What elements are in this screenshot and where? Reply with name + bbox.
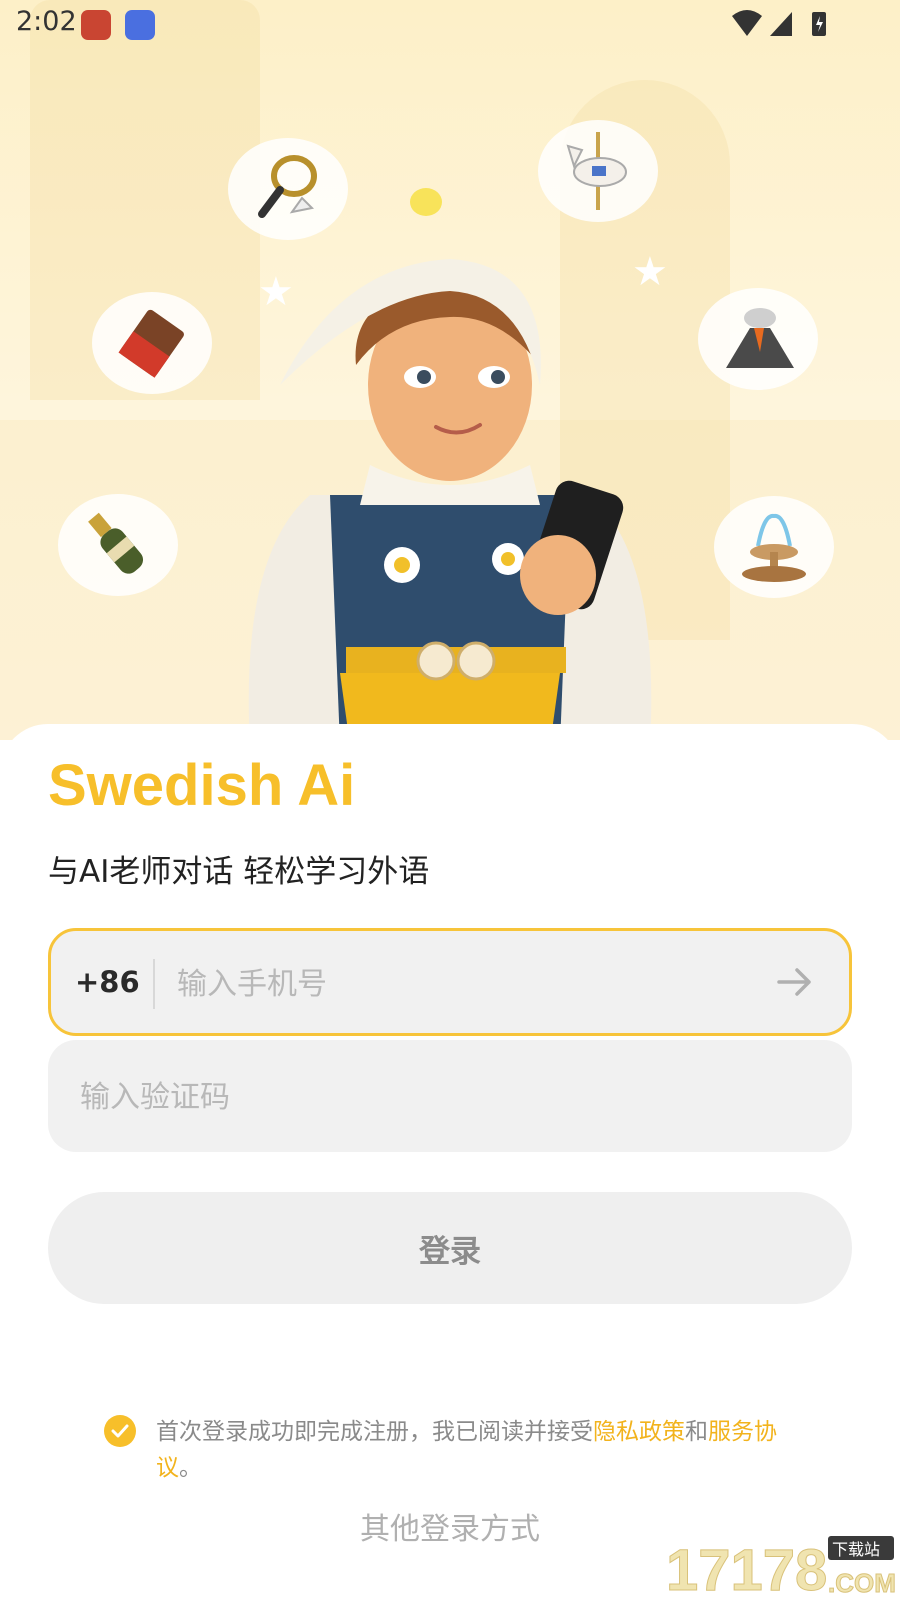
agreement-text: 首次登录成功即完成注册，我已阅读并接受隐私政策和服务协议。 [156, 1414, 822, 1486]
watermark-number: 17178 [666, 1538, 827, 1600]
fountain-icon [742, 513, 806, 582]
girl-illustration [248, 259, 652, 740]
agreement-and: 和 [685, 1419, 708, 1445]
badminton-icon [258, 155, 317, 218]
watermark-logo: 17178 下载站 .COM [666, 1536, 896, 1600]
app-title: Swedish Ai [48, 753, 356, 818]
watermark-domain: .COM [828, 1568, 896, 1598]
carousel-bubble [538, 120, 658, 222]
carousel-horse-icon [566, 132, 627, 210]
phone-field[interactable]: +86 [48, 928, 852, 1036]
chocolate-bubble [92, 292, 212, 394]
app-subtitle: 与AI老师对话 轻松学习外语 [48, 854, 430, 890]
arrow-right-icon[interactable] [775, 965, 815, 999]
agreement-prefix: 首次登录成功即完成注册，我已阅读并接受 [156, 1419, 593, 1445]
volcano-icon [726, 308, 794, 368]
notification-app-icon [81, 10, 111, 40]
phone-input[interactable] [175, 955, 739, 1013]
agreement-suffix: 。 [179, 1455, 202, 1481]
verification-code-field[interactable] [48, 1040, 852, 1152]
checkmark-icon [111, 1424, 129, 1438]
system-status-icons [732, 10, 826, 36]
champagne-bubble [58, 494, 178, 596]
chocolate-icon [118, 309, 184, 378]
verification-code-input[interactable] [78, 1068, 782, 1126]
hero-illustration: 2:02 ★ ★ [0, 0, 900, 740]
badminton-bubble [228, 138, 348, 240]
volcano-bubble [698, 288, 818, 390]
login-button[interactable]: 登录 [48, 1192, 852, 1304]
notification-app-icon [125, 10, 155, 40]
fountain-bubble [714, 496, 834, 598]
champagne-icon [88, 512, 144, 574]
agreement-checkbox[interactable] [104, 1415, 136, 1447]
privacy-policy-link[interactable]: 隐私政策 [593, 1419, 685, 1445]
yellow-dot-decoration [410, 188, 442, 216]
watermark-small: 下载站 [832, 1540, 880, 1559]
country-code[interactable]: +86 [75, 965, 140, 999]
field-divider [153, 959, 155, 1009]
status-time: 2:02 [16, 6, 77, 37]
status-bar: 2:02 [0, 0, 900, 48]
